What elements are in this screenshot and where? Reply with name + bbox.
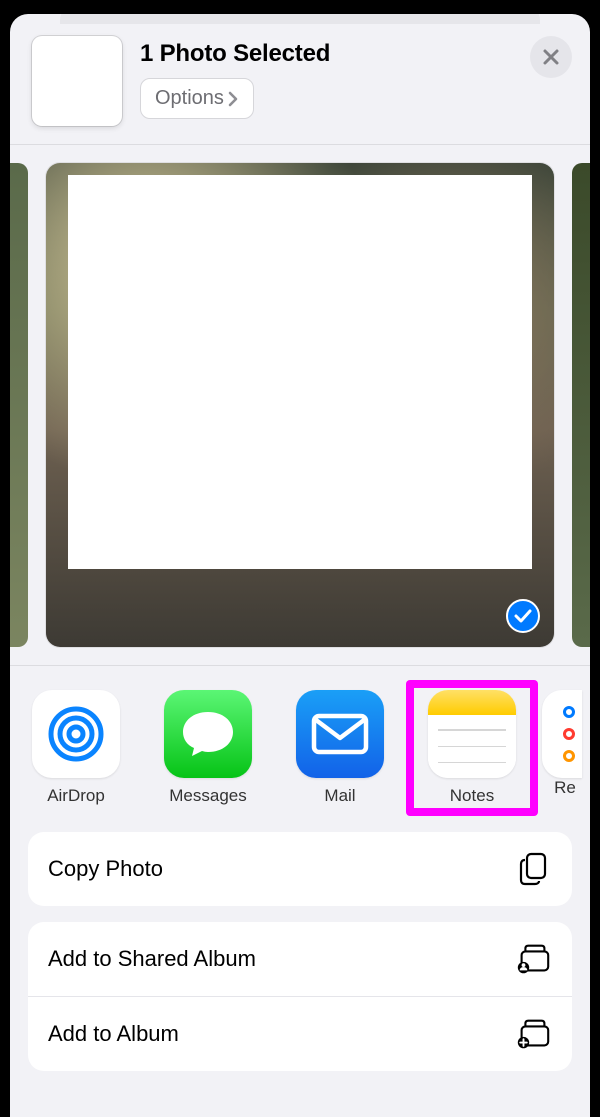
share-app-label: Mail [324, 786, 355, 806]
share-app-label: Notes [450, 786, 494, 806]
action-add-shared-album[interactable]: Add to Shared Album [28, 922, 572, 997]
actions-group-2: Add to Shared Album Add to Album [28, 922, 572, 1071]
copy-icon [514, 852, 552, 886]
action-label: Copy Photo [48, 856, 163, 882]
options-label: Options [155, 87, 224, 110]
share-app-messages[interactable]: Messages [142, 690, 274, 806]
share-app-reminders-peek[interactable]: Re [538, 690, 578, 806]
selection-check-badge[interactable] [506, 599, 540, 633]
messages-icon [164, 690, 252, 778]
share-app-airdrop[interactable]: AirDrop [10, 690, 142, 806]
share-header: 1 Photo Selected Options [10, 14, 590, 145]
notes-icon [428, 690, 516, 778]
header-text-group: 1 Photo Selected Options [140, 36, 572, 119]
close-icon [542, 48, 560, 66]
action-label: Add to Shared Album [48, 946, 256, 972]
options-button[interactable]: Options [140, 78, 254, 119]
photo-redacted-region [68, 175, 532, 569]
share-app-row[interactable]: AirDrop Messages Mail [10, 666, 590, 820]
airdrop-icon [32, 690, 120, 778]
shared-album-icon [514, 942, 552, 976]
photo-peek-previous[interactable] [10, 163, 28, 647]
action-label: Add to Album [48, 1021, 179, 1047]
share-app-label: AirDrop [47, 786, 105, 806]
photo-peek-next[interactable] [572, 163, 590, 647]
share-app-notes[interactable]: Notes [406, 680, 538, 816]
photo-strip[interactable] [10, 145, 590, 666]
share-sheet: 1 Photo Selected Options [10, 14, 590, 1117]
main-selected-photo[interactable] [46, 163, 554, 647]
share-app-mail[interactable]: Mail [274, 690, 406, 806]
add-album-icon [514, 1017, 552, 1051]
action-copy-photo[interactable]: Copy Photo [28, 832, 572, 906]
share-app-label: Re [542, 778, 582, 798]
selected-photo-thumbnail[interactable] [32, 36, 122, 126]
share-app-label: Messages [169, 786, 246, 806]
reminders-icon [542, 690, 582, 778]
action-add-album[interactable]: Add to Album [28, 997, 572, 1071]
close-button[interactable] [530, 36, 572, 78]
checkmark-icon [514, 609, 532, 623]
selection-title: 1 Photo Selected [140, 40, 572, 68]
actions-group-1: Copy Photo [28, 832, 572, 906]
mail-icon [296, 690, 384, 778]
chevron-right-icon [228, 91, 239, 107]
